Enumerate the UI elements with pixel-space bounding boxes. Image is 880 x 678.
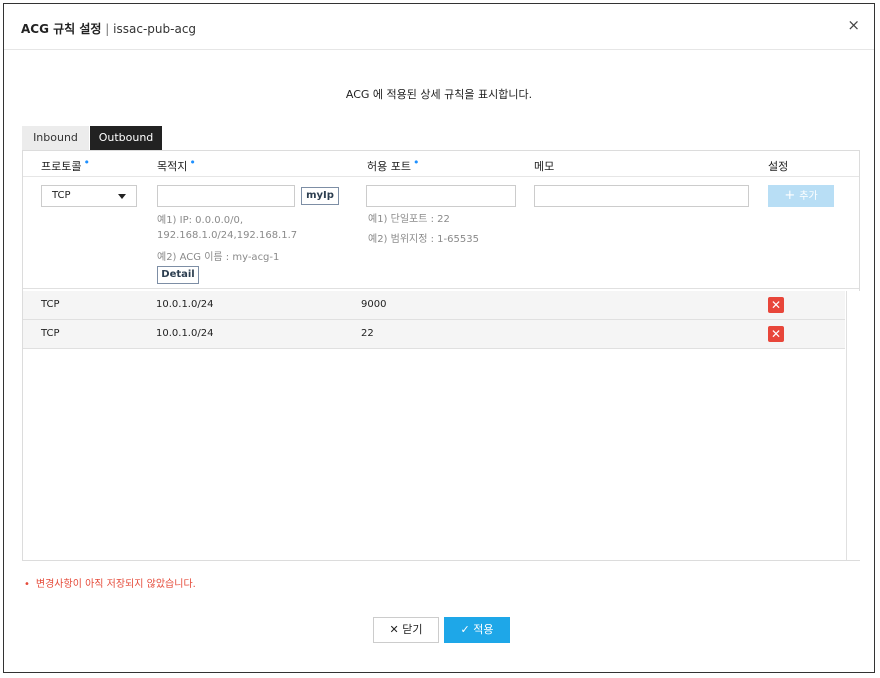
- table-row: TCP 10.0.1.0/24 22 ✕: [23, 320, 845, 349]
- rule-protocol: TCP: [41, 328, 60, 339]
- destination-hint-2: 예2) ACG 이름 : my-acg-1: [157, 252, 280, 263]
- title-separator: |: [105, 22, 110, 36]
- port-hint-2: 예2) 범위지정 : 1-65535: [368, 234, 479, 245]
- unsaved-warning: • 변경사항이 아직 저장되지 않았습니다.: [24, 575, 196, 590]
- port-input[interactable]: [366, 185, 516, 207]
- close-icon[interactable]: ×: [847, 18, 860, 33]
- rules-panel: 프로토콜 목적지 허용 포트 메모 설정 TCP myIp 예1) IP: 0.…: [22, 150, 860, 561]
- add-rule-label: 추가: [799, 191, 818, 202]
- dialog-description: ACG 에 적용된 상세 규칙을 표시합니다.: [345, 88, 533, 101]
- col-protocol: 프로토콜: [41, 158, 90, 174]
- add-rule-button[interactable]: + 추가: [768, 185, 834, 207]
- port-hint-1: 예1) 단일포트 : 22: [368, 214, 450, 225]
- tab-outbound[interactable]: Outbound: [90, 126, 162, 150]
- apply-button-label: 적용: [473, 623, 494, 636]
- column-headers: 프로토콜 목적지 허용 포트 메모 설정: [23, 151, 859, 177]
- col-destination: 목적지: [157, 158, 196, 174]
- close-icon: ✕: [389, 623, 399, 636]
- dialog-title: ACG 규칙 설정 | issac-pub-acg: [21, 20, 196, 37]
- rule-destination: 10.0.1.0/24: [156, 328, 214, 339]
- rule-port: 22: [361, 328, 374, 339]
- rule-destination: 10.0.1.0/24: [156, 299, 214, 310]
- col-memo: 메모: [534, 160, 555, 173]
- table-row: TCP 10.0.1.0/24 9000 ✕: [23, 291, 845, 320]
- memo-input[interactable]: [534, 185, 749, 207]
- check-icon: ✓: [460, 623, 470, 636]
- plus-icon: +: [784, 188, 796, 203]
- dialog-subtitle: issac-pub-acg: [113, 22, 197, 36]
- delete-rule-icon[interactable]: ✕: [768, 326, 784, 342]
- warning-text: 변경사항이 아직 저장되지 않았습니다.: [35, 579, 196, 590]
- detail-button[interactable]: Detail: [157, 266, 199, 284]
- table-scrollbar[interactable]: [846, 291, 860, 560]
- destination-hint-1a: 예1) IP: 0.0.0.0/0,: [157, 215, 244, 226]
- apply-button[interactable]: ✓ 적용: [444, 617, 510, 643]
- protocol-select-value: TCP: [52, 190, 71, 201]
- close-button[interactable]: ✕ 닫기: [373, 617, 439, 643]
- destination-hint-1: 예1) IP: 0.0.0.0/0, 192.168.1.0/24,192.16…: [157, 213, 297, 243]
- myip-button[interactable]: myIp: [301, 187, 339, 205]
- close-button-label: 닫기: [402, 623, 423, 636]
- warning-dot-icon: •: [24, 579, 30, 590]
- dialog-header: ACG 규칙 설정 | issac-pub-acg ×: [4, 4, 874, 50]
- delete-rule-icon[interactable]: ✕: [768, 297, 784, 313]
- col-port: 허용 포트: [367, 158, 419, 174]
- protocol-select[interactable]: TCP: [41, 185, 137, 207]
- rule-protocol: TCP: [41, 299, 60, 310]
- destination-input[interactable]: [157, 185, 295, 207]
- dialog-title-main: ACG 규칙 설정: [21, 22, 102, 36]
- acg-rule-dialog: ACG 규칙 설정 | issac-pub-acg × ACG 에 적용된 상세…: [3, 3, 875, 673]
- tab-inbound[interactable]: Inbound: [22, 126, 89, 150]
- destination-hint-1b: 192.168.1.0/24,192.168.1.7: [157, 230, 298, 241]
- col-settings: 설정: [768, 160, 789, 173]
- rule-port: 9000: [361, 299, 387, 310]
- caret-down-icon: [118, 194, 126, 199]
- new-rule-row: TCP myIp 예1) IP: 0.0.0.0/0, 192.168.1.0/…: [23, 177, 859, 289]
